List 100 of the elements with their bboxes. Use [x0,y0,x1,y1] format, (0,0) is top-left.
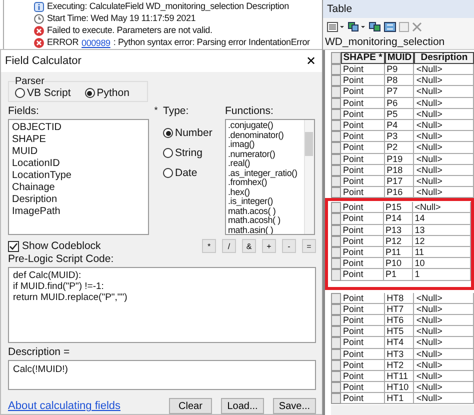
operator-button[interactable]: = [302,239,316,253]
dialog-button[interactable]: Load... [221,398,264,414]
function-item[interactable]: math.acosh( ) [228,216,303,226]
row-selector[interactable] [331,337,341,348]
row-selector[interactable] [331,236,341,247]
function-item[interactable]: .conjugate() [228,121,303,130]
row-selector[interactable] [331,64,341,76]
row-selector[interactable] [331,187,341,198]
table-cell: Point [340,393,385,404]
table-cell: P16 [384,187,414,198]
close-button[interactable]: ✕ [304,54,318,68]
parser-radio[interactable]: VB Script [15,87,71,99]
group-label: Parser [15,76,44,87]
function-item[interactable]: .as_integer_ratio() [228,168,303,178]
table-cell: P12 [384,236,413,247]
function-item[interactable]: .denominator() [228,130,303,140]
error-code-link[interactable]: 000989 [82,38,110,48]
operator-button[interactable]: & [242,239,256,253]
related-tables-icon[interactable] [348,22,366,32]
field-item[interactable]: LocationID [12,158,145,170]
table-cell: HT11 [384,370,414,382]
table-cell: <Null> [414,348,474,360]
function-item[interactable]: .numerator() [228,150,303,159]
log-message: : Python syntax error: Parsing error IndentationError [113,37,310,48]
row-selector[interactable] [331,269,341,281]
row-selector[interactable] [331,326,341,338]
header-corner-cell[interactable] [331,52,341,64]
row-selector[interactable] [331,382,341,394]
row-selector[interactable] [331,258,341,270]
operator-button[interactable]: + [262,239,276,253]
table-cell: Point [340,75,385,86]
row-selector[interactable] [331,348,341,360]
row-selector[interactable] [331,75,341,86]
function-item[interactable]: .hex() [228,188,303,197]
function-item[interactable]: .real() [228,159,303,168]
table-cell: P4 [384,120,414,132]
row-selector[interactable] [331,176,341,188]
table-cell: P5 [384,108,414,120]
row-selector[interactable] [331,120,341,132]
table-cell: 13 [412,224,471,236]
expression-field[interactable]: Calc(!MUID!) [8,360,316,390]
field-item[interactable]: ImagePath [12,206,145,218]
column-header[interactable]: SHAPE * [340,52,385,64]
table-cell: Point [340,269,384,281]
function-item[interactable]: .fromhex() [228,178,303,188]
row-selector[interactable] [331,142,341,154]
function-item[interactable]: .imag() [228,140,303,150]
row-selector[interactable] [331,98,341,109]
help-link[interactable]: About calculating fields [8,400,121,412]
type-radio[interactable]: Number [163,127,225,139]
field-item[interactable]: MUID [12,146,145,158]
row-selector[interactable] [331,164,341,176]
clear-selection-icon[interactable] [399,22,409,32]
delete-selected-icon[interactable] [412,22,422,32]
type-radio[interactable]: Date [163,167,225,179]
parser-radio[interactable]: Python [84,87,130,99]
type-radio[interactable]: String [163,147,225,159]
functions-list[interactable]: .conjugate() .denominator() .imag() .numerator() .real() .as_integer_ratio() .fromhex() .hex() .is_integer() math.acos( ) math.acosh( ) math.asin( ) [225,119,315,235]
dialog-button[interactable]: Save... [273,398,316,414]
select-by-attributes-icon[interactable] [369,22,381,32]
show-codeblock-checkbox[interactable]: Show Codeblock [8,240,101,252]
function-item[interactable]: math.acos( ) [228,206,303,216]
code-editor[interactable]: def Calc(MUID): if MUID.find("P") !=-1: return MUID.replace("P","") [8,267,316,343]
row-selector[interactable] [331,108,341,120]
row-selector[interactable] [331,304,341,315]
row-selector[interactable] [331,131,341,142]
field-item[interactable]: OBJECTID [12,122,145,134]
operator-button[interactable]: - [282,239,296,253]
field-item[interactable]: LocationType [12,170,145,182]
operator-button[interactable]: * [202,239,216,253]
row-selector[interactable] [331,292,341,304]
function-item[interactable]: math.asin( ) [228,226,303,234]
field-item[interactable]: Chainage [12,182,145,194]
column-header[interactable]: MUID [384,52,414,64]
table-cell: <Null> [414,131,474,142]
fields-list[interactable]: OBJECTID SHAPE MUID LocationID LocationType Chainage Desription ImagePath [8,119,149,235]
table-cell: Point [340,247,384,258]
row-selector[interactable] [331,314,341,326]
table-options-icon[interactable] [327,22,345,32]
row-selector[interactable] [331,224,341,236]
row-selector[interactable] [331,154,341,165]
row-selector[interactable] [331,393,341,404]
column-header[interactable]: Desription [414,52,474,64]
row-selector[interactable] [331,247,341,258]
row-selector[interactable] [331,360,341,371]
function-item[interactable]: .is_integer() [228,197,303,206]
row-selector[interactable] [331,213,341,225]
dialog-button[interactable]: Clear [169,398,212,414]
row-selector[interactable] [331,370,341,382]
field-item[interactable]: Desription [12,194,145,206]
operator-button[interactable]: / [222,239,236,253]
table-cell: <Null> [414,360,474,371]
switch-selection-icon[interactable] [384,22,396,32]
horizontal-scrollbar[interactable] [331,405,474,415]
field-item[interactable]: SHAPE [12,134,145,146]
table-cell: <Null> [414,120,474,132]
row-selector[interactable] [331,202,341,214]
row-selector[interactable] [331,86,341,98]
scrollbar[interactable] [304,120,314,234]
table-cell: 11 [412,247,471,258]
